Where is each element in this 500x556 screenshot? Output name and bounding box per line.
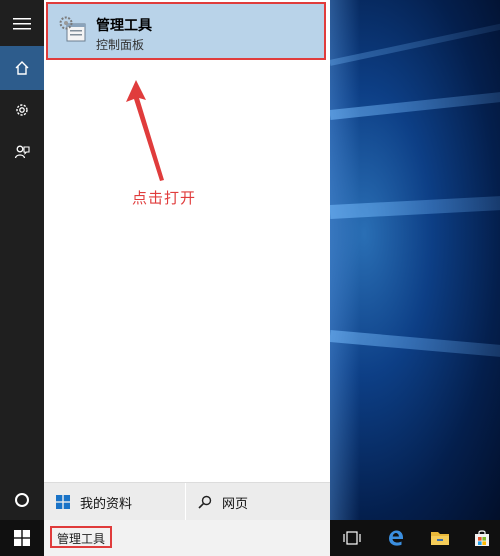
task-view-icon <box>343 531 361 545</box>
taskbar-search-box[interactable]: 管理工具 <box>44 520 330 556</box>
my-info-button[interactable]: 我的资料 <box>44 483 185 521</box>
desktop-wallpaper <box>330 0 500 520</box>
store-button[interactable] <box>464 520 500 556</box>
taskbar: 管理工具 <box>0 520 500 556</box>
web-label: 网页 <box>222 496 249 512</box>
windows-logo-icon <box>56 495 70 509</box>
annotation-arrow <box>126 80 164 181</box>
search-query-input[interactable]: 管理工具 <box>50 526 113 548</box>
file-explorer-button[interactable] <box>422 520 458 556</box>
result-subtitle: 控制面板 <box>96 38 145 52</box>
menu-expand-button[interactable] <box>0 2 44 46</box>
wallpaper-light-edge <box>330 0 360 520</box>
home-icon <box>15 61 29 75</box>
search-results-panel: 管理工具 控制面板 点击打开 我的资料 网页 <box>44 0 330 521</box>
search-filter-bar: 我的资料 网页 <box>44 482 330 521</box>
annotation-text: 点击打开 <box>132 189 197 207</box>
result-title: 管理工具 <box>96 18 152 34</box>
feedback-button[interactable] <box>0 130 44 174</box>
web-button[interactable]: 网页 <box>186 483 330 521</box>
hamburger-icon <box>13 18 31 30</box>
home-button[interactable] <box>0 46 44 90</box>
file-explorer-icon <box>431 532 449 545</box>
admin-tools-icon <box>59 16 86 42</box>
settings-button[interactable] <box>0 88 44 132</box>
start-button[interactable] <box>0 520 44 556</box>
my-info-label: 我的资料 <box>80 496 133 512</box>
start-menu-rail <box>0 0 44 520</box>
gear-icon <box>16 104 28 116</box>
search-icon <box>198 495 212 509</box>
store-icon <box>475 530 489 546</box>
edge-button[interactable] <box>378 520 414 556</box>
edge-icon <box>389 530 403 546</box>
feedback-icon <box>14 145 30 159</box>
search-result-admin-tools[interactable]: 管理工具 控制面板 <box>46 2 326 60</box>
cortana-button[interactable] <box>0 478 44 522</box>
task-view-button[interactable] <box>334 520 370 556</box>
windows-start-icon <box>14 530 30 546</box>
cortana-circle-icon <box>15 493 29 507</box>
